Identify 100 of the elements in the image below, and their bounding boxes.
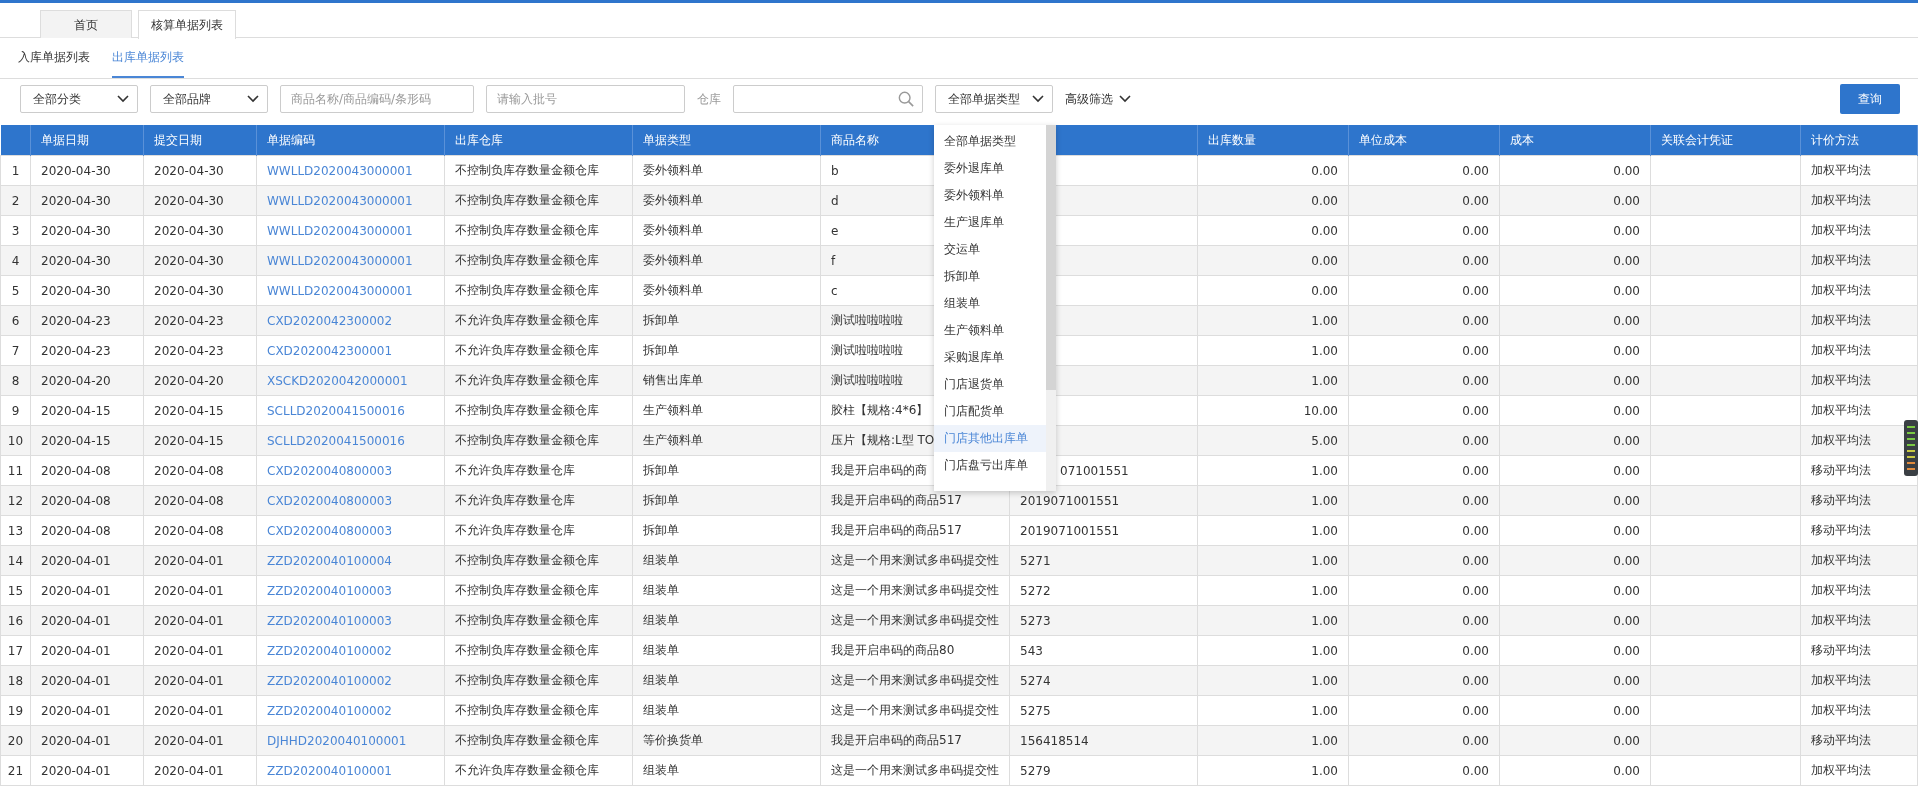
table-cell: 0.00 bbox=[1499, 575, 1651, 606]
table-cell: 加权平均法 bbox=[1800, 215, 1918, 246]
table-cell: 5279 bbox=[1009, 755, 1198, 786]
document-code-link[interactable]: ZZD2020040100002 bbox=[267, 673, 392, 688]
table-cell: 移动平均法 bbox=[1800, 485, 1918, 516]
document-code-link[interactable]: WWLLD2020043000001 bbox=[267, 193, 413, 208]
table-cell: 0.00 bbox=[1499, 755, 1651, 786]
category-select[interactable]: 全部分类 bbox=[20, 85, 138, 113]
table-cell: 不允许负库存数量金额仓库 bbox=[444, 305, 633, 336]
table-cell: 0.00 bbox=[1499, 515, 1651, 546]
document-code-link[interactable]: DJHHD2020040100001 bbox=[267, 733, 407, 748]
table-cell: 这是一个用来测试多串码提交性 bbox=[820, 695, 1010, 726]
subtab[interactable]: 入库单据列表 bbox=[18, 38, 90, 78]
table-cell: 委外领料单 bbox=[632, 185, 821, 216]
document-code-link[interactable]: ZZD2020040100003 bbox=[267, 583, 392, 598]
document-code-link[interactable]: WWLLD2020043000001 bbox=[267, 283, 413, 298]
brand-select[interactable]: 全部品牌 bbox=[150, 85, 268, 113]
table-cell: 2020-04-15 bbox=[143, 395, 257, 426]
table-cell: 2020-04-30 bbox=[30, 155, 144, 186]
table-cell: 2020-04-01 bbox=[143, 635, 257, 666]
table-cell: 不控制负库存数量金额仓库 bbox=[444, 395, 633, 426]
table-cell: 2020-04-01 bbox=[30, 545, 144, 576]
table-cell: 2019071001551 bbox=[1009, 515, 1198, 546]
level-meter-icon[interactable] bbox=[1904, 420, 1918, 476]
table-cell: 2020-04-08 bbox=[143, 455, 257, 486]
table-cell: 销售出库单 bbox=[632, 365, 821, 396]
chevron-icon bbox=[1032, 95, 1044, 103]
table-cell: 生产领料单 bbox=[632, 425, 821, 456]
advanced-filter-link[interactable]: 高级筛选 bbox=[1065, 90, 1131, 108]
chevron-icon bbox=[1119, 95, 1131, 103]
subtab[interactable]: 出库单据列表 bbox=[112, 38, 184, 78]
table-cell: 2020-04-01 bbox=[143, 605, 257, 636]
row-number: 9 bbox=[0, 395, 31, 426]
table-cell: 0.00 bbox=[1348, 665, 1500, 696]
document-code-link[interactable]: WWLLD2020043000001 bbox=[267, 253, 413, 268]
table-cell: 0.00 bbox=[1499, 275, 1651, 306]
header-cell: 出库数量 bbox=[1197, 125, 1349, 156]
table-cell: 1.00 bbox=[1197, 305, 1349, 336]
table-cell: 组装单 bbox=[632, 575, 821, 606]
table-cell: 0.00 bbox=[1348, 755, 1500, 786]
table-cell: 0.00 bbox=[1499, 635, 1651, 666]
table-cell: 2020-04-30 bbox=[143, 245, 257, 276]
table-cell: 0.00 bbox=[1499, 725, 1651, 756]
table-cell: 0.00 bbox=[1348, 305, 1500, 336]
header-cell: 成本 bbox=[1499, 125, 1651, 156]
table-cell: 0.00 bbox=[1499, 695, 1651, 726]
table-cell: 不允许负库存数量金额仓库 bbox=[444, 335, 633, 366]
menu-item[interactable]: 门店其他出库单 bbox=[934, 425, 1046, 452]
table-cell: 委外领料单 bbox=[632, 155, 821, 186]
table-cell: 加权平均法 bbox=[1800, 755, 1918, 786]
table-cell: 拆卸单 bbox=[632, 305, 821, 336]
document-code-link[interactable]: CXD2020042300001 bbox=[267, 343, 393, 358]
table-cell: 不允许负库存数量金额仓库 bbox=[444, 755, 633, 786]
document-code-link[interactable]: ZZD2020040100003 bbox=[267, 613, 392, 628]
doc-type-select[interactable]: 全部单据类型 bbox=[935, 85, 1053, 113]
document-code-link[interactable]: SCLLD2020041500016 bbox=[267, 403, 405, 418]
document-code-link[interactable]: ZZD2020040100001 bbox=[267, 763, 392, 778]
warehouse-field[interactable] bbox=[733, 85, 923, 113]
table-cell: 2020-04-01 bbox=[143, 575, 257, 606]
table-cell: 移动平均法 bbox=[1800, 725, 1918, 756]
table-cell: 0.00 bbox=[1499, 335, 1651, 366]
tab[interactable]: 首页 bbox=[40, 10, 132, 38]
chevron-icon bbox=[117, 95, 129, 103]
scrollbar[interactable] bbox=[1046, 125, 1056, 491]
table-cell: 0.00 bbox=[1197, 155, 1349, 186]
table-cell: 2020-04-15 bbox=[30, 425, 144, 456]
document-code-link[interactable]: SCLLD2020041500016 bbox=[267, 433, 405, 448]
table-cell: 移动平均法 bbox=[1800, 635, 1918, 666]
table-cell: 0.00 bbox=[1348, 455, 1500, 486]
table-cell: 0.00 bbox=[1197, 275, 1349, 306]
table-cell: 我是开启串码的商品517 bbox=[820, 515, 1010, 546]
document-code-link[interactable]: ZZD2020040100002 bbox=[267, 643, 392, 658]
table-cell: 不控制负库存数量金额仓库 bbox=[444, 215, 633, 246]
table-cell: 1.00 bbox=[1197, 485, 1349, 516]
table-cell: 加权平均法 bbox=[1800, 185, 1918, 216]
document-code-link[interactable]: CXD2020040800003 bbox=[267, 523, 393, 538]
table-cell: 不允许负库存数量仓库 bbox=[444, 455, 633, 486]
product-search-field[interactable]: 商品名称/商品编码/条形码 bbox=[280, 85, 474, 113]
document-code-link[interactable]: WWLLD2020043000001 bbox=[267, 223, 413, 238]
tab[interactable]: 核算单据列表 bbox=[138, 10, 236, 39]
document-code-link[interactable]: CXD2020040800003 bbox=[267, 463, 393, 478]
document-code-link[interactable]: CXD2020042300002 bbox=[267, 313, 393, 328]
document-code-link[interactable]: ZZD2020040100002 bbox=[267, 703, 392, 718]
batch-field[interactable]: 请输入批号 bbox=[486, 85, 685, 113]
header-cell: 单据编码 bbox=[256, 125, 445, 156]
table-cell: 加权平均法 bbox=[1800, 665, 1918, 696]
query-button[interactable]: 查询 bbox=[1840, 84, 1900, 114]
table-cell: 2020-04-08 bbox=[143, 515, 257, 546]
table-cell: 0.00 bbox=[1499, 605, 1651, 636]
table-cell: 0.00 bbox=[1499, 455, 1651, 486]
table-cell: 不控制负库存数量金额仓库 bbox=[444, 185, 633, 216]
document-code-link[interactable]: WWLLD2020043000001 bbox=[267, 163, 413, 178]
document-code-link[interactable]: XSCKD2020042000001 bbox=[267, 373, 408, 388]
document-code-link[interactable]: ZZD2020040100004 bbox=[267, 553, 392, 568]
document-code-link[interactable]: CXD2020040800003 bbox=[267, 493, 393, 508]
warehouse-label: 仓库 bbox=[697, 90, 721, 108]
table-cell: 2020-04-20 bbox=[30, 365, 144, 396]
table-cell: 不允许负库存数量仓库 bbox=[444, 485, 633, 516]
table-cell: 加权平均法 bbox=[1800, 335, 1918, 366]
table-cell: 156418514 bbox=[1009, 725, 1198, 756]
